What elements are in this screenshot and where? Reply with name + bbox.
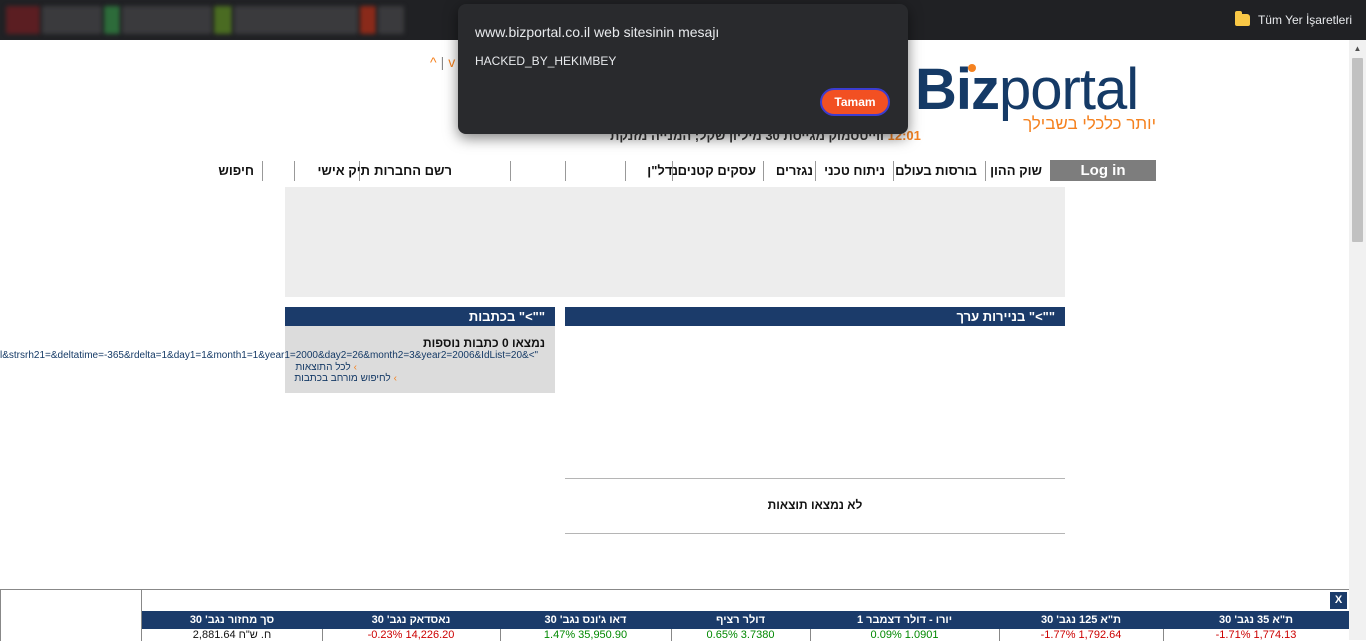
nav-divider — [565, 161, 566, 181]
logo-wordmark: Bizportal — [915, 57, 1139, 122]
market-header-ta35: ת"א 35 נגב' 30 — [1219, 614, 1293, 626]
market-bar: X ת"א 35 נגב' 30 ת"א 125 נגב' 30 יורו - … — [0, 589, 1349, 642]
market-divider — [810, 629, 811, 641]
nav-item-small-business[interactable]: עסקים קטנים — [678, 161, 756, 181]
advanced-search-label: לחיפוש מורחב בכתבות — [294, 373, 391, 384]
main-nav: Log in שוק ההון בורסות בעולם ניתוח טכני … — [218, 160, 1156, 182]
logo-portal: portal — [999, 57, 1139, 122]
nav-item-capital-market[interactable]: שוק ההון — [990, 161, 1042, 181]
logo-dot-icon — [968, 64, 976, 72]
scroll-up-arrow-icon[interactable]: ▲ — [1349, 40, 1366, 57]
divider — [565, 533, 1065, 534]
logo-biz: Biz — [915, 57, 1000, 122]
link-arrow-icon: › — [353, 362, 357, 373]
nav-item-real-estate[interactable]: נדל"ן — [647, 161, 678, 181]
page-scrollbar[interactable]: ▲ — [1349, 40, 1366, 640]
market-value-ta125[interactable]: -1.77% 1,792.64 — [999, 630, 1163, 642]
nav-item-technical-analysis[interactable]: ניתוח טכני — [824, 161, 885, 181]
market-header-eurusd: יורו - דולר דצמבר 1 — [856, 614, 953, 626]
logo-tagline: יותר כלכלי בשבילך — [1023, 114, 1156, 133]
ticker-down-icon[interactable]: v — [448, 54, 455, 70]
articles-count-title: נמצאו 0 כתבות נוספות — [423, 336, 545, 350]
alert-dialog: www.bizportal.co.il web sitesinin mesajı… — [458, 4, 908, 134]
market-value-dow[interactable]: 1.47% 35,950.90 — [500, 630, 671, 642]
blurred-bookmark[interactable] — [122, 6, 212, 34]
market-divider — [671, 629, 672, 641]
nav-divider — [262, 161, 263, 181]
injected-url-text: l&strsrh21=&deltatime=-365&rdelta=1&day1… — [0, 350, 539, 361]
nav-divider — [294, 161, 295, 181]
articles-panel-header: "">" בכתבות — [285, 307, 555, 326]
nav-item-world-markets[interactable]: בורסות בעולם — [895, 161, 977, 181]
nav-divider — [625, 161, 626, 181]
nav-divider — [985, 161, 986, 181]
market-value-turnover[interactable]: ח. ש"ח 2,881.64 — [142, 630, 322, 642]
nav-divider — [763, 161, 764, 181]
no-results-text: לא נמצאו תוצאות — [767, 498, 863, 512]
login-button[interactable]: Log in — [1050, 160, 1156, 181]
market-value-nasdaq[interactable]: -0.23% 14,226.20 — [322, 630, 500, 642]
dialog-message: HACKED_BY_HEKIMBEY — [475, 54, 617, 68]
ticker-up-icon[interactable]: ^ — [430, 54, 437, 70]
market-value-usd[interactable]: 0.65% 3.7380 — [671, 630, 810, 642]
blurred-bookmark[interactable] — [378, 6, 404, 34]
market-header-turnover: סך מחזור נגב' 30 — [189, 614, 275, 626]
link-arrow-icon: › — [393, 373, 397, 384]
dialog-ok-button[interactable]: Tamam — [820, 88, 890, 116]
divider — [565, 478, 1065, 479]
nav-divider — [893, 161, 894, 181]
nav-item-companies-registry[interactable]: רשם החברות — [374, 161, 452, 181]
market-value-ta35[interactable]: -1.71% 1,774.13 — [1163, 630, 1349, 642]
market-value-eurusd[interactable]: 0.09% 1.0901 — [810, 630, 999, 642]
all-bookmarks-folder[interactable]: Tüm Yer İşaretleri — [1234, 10, 1352, 30]
folder-icon — [1234, 11, 1250, 26]
nav-item-personal-portfolio[interactable]: תיק אישי — [317, 161, 370, 181]
blurred-bookmark[interactable] — [104, 6, 120, 34]
blurred-bookmark[interactable] — [6, 6, 40, 34]
ad-banner[interactable] — [285, 187, 1065, 297]
nav-divider — [510, 161, 511, 181]
market-header-nasdaq: נאסדאק נגב' 30 — [371, 614, 451, 626]
nav-item-search[interactable]: חיפוש — [218, 161, 254, 181]
all-results-label: לכל התוצאות — [295, 362, 351, 373]
all-results-link[interactable]: ›לכל התוצאות — [295, 362, 357, 373]
market-bar-left-panel — [0, 590, 142, 641]
market-divider — [999, 629, 1000, 641]
blurred-bookmark[interactable] — [214, 6, 232, 34]
market-divider — [500, 629, 501, 641]
market-header-ta125: ת"א 125 נגב' 30 — [1040, 614, 1122, 626]
market-divider — [322, 629, 323, 641]
bizportal-logo[interactable]: Bizportal יותר כלכלי בשבילך — [915, 58, 1160, 138]
blurred-bookmark[interactable] — [234, 6, 358, 34]
market-bar-close-button[interactable]: X — [1330, 592, 1347, 609]
market-header-usd: דולר רציף — [716, 614, 765, 626]
dialog-title: www.bizportal.co.il web sitesinin mesajı — [475, 24, 720, 40]
ticker-arrows: ^ | v — [430, 54, 456, 70]
market-divider — [1163, 629, 1164, 641]
scroll-thumb[interactable] — [1352, 58, 1363, 242]
securities-panel-header: "">" בניירות ערך — [565, 307, 1065, 326]
blurred-bookmark[interactable] — [42, 6, 102, 34]
nav-divider — [815, 161, 816, 181]
market-header-dow: דאו ג'ונס נגב' 30 — [544, 614, 627, 626]
nav-item-derivatives[interactable]: נגזרים — [776, 161, 813, 181]
blurred-bookmark[interactable] — [360, 6, 376, 34]
all-bookmarks-label: Tüm Yer İşaretleri — [1257, 13, 1352, 27]
market-header-row: ת"א 35 נגב' 30 ת"א 125 נגב' 30 יורו - דו… — [142, 611, 1349, 629]
advanced-search-link[interactable]: ›לחיפוש מורחב בכתבות — [294, 373, 397, 384]
